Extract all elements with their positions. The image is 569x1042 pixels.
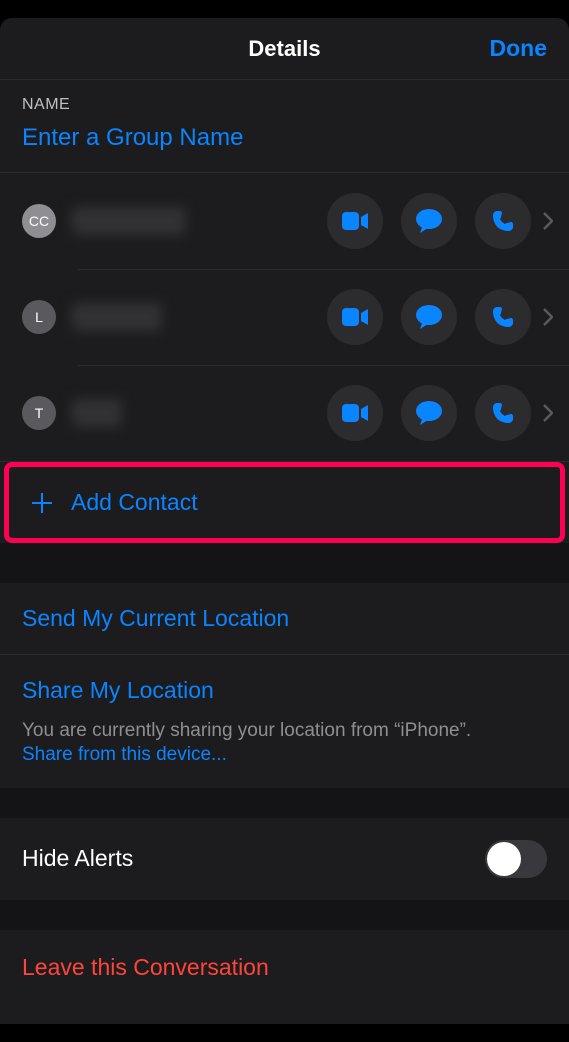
send-current-location-button[interactable]: Send My Current Location [0,583,569,655]
location-footer: You are currently sharing your location … [0,718,569,788]
video-call-button[interactable] [327,193,383,249]
video-call-button[interactable] [327,289,383,345]
group-name-input[interactable]: Enter a Group Name [22,124,547,152]
sheet-header: Details Done [0,18,569,80]
video-icon [342,308,368,326]
hide-alerts-row: Hide Alerts [0,818,569,900]
contact-name-redacted [72,303,162,331]
contact-row[interactable]: CC [0,173,569,269]
add-contact-button[interactable]: Add Contact [9,467,560,538]
details-sheet: Details Done NAME Enter a Group Name CC [0,18,569,1024]
add-contact-label: Add Contact [71,489,198,516]
add-contact-highlight: Add Contact [4,462,565,543]
message-button[interactable] [401,385,457,441]
contact-name-redacted [72,399,122,427]
hide-alerts-label: Hide Alerts [22,845,133,872]
share-my-location-label: Share My Location [22,677,214,703]
contact-row[interactable]: L [0,269,569,365]
message-button[interactable] [401,193,457,249]
header-title: Details [248,36,320,62]
chevron-right-icon [543,212,553,230]
section-separator [0,543,569,583]
location-section: Send My Current Location Share My Locati… [0,583,569,788]
phone-icon [491,401,515,425]
video-icon [342,212,368,230]
send-current-location-label: Send My Current Location [22,605,289,631]
hide-alerts-toggle[interactable] [485,840,547,878]
avatar: L [22,300,56,334]
contact-name-redacted [72,207,186,235]
audio-call-button[interactable] [475,385,531,441]
avatar: T [22,396,56,430]
chat-bubble-icon [416,209,442,233]
video-icon [342,404,368,422]
leave-conversation-button[interactable]: Leave this Conversation [0,930,569,1005]
contacts-list: CC L [0,173,569,462]
share-from-device-link[interactable]: Share from this device... [22,744,547,766]
share-my-location-button[interactable]: Share My Location [0,655,569,714]
video-call-button[interactable] [327,385,383,441]
chat-bubble-icon [416,305,442,329]
audio-call-button[interactable] [475,193,531,249]
section-separator [0,900,569,930]
group-name-section: NAME Enter a Group Name [0,80,569,173]
phone-icon [491,305,515,329]
chevron-right-icon [543,308,553,326]
done-button[interactable]: Done [490,35,548,62]
plus-icon [31,492,53,514]
avatar: CC [22,204,56,238]
location-sharing-status: You are currently sharing your location … [22,718,547,744]
toggle-knob [487,842,521,876]
audio-call-button[interactable] [475,289,531,345]
message-button[interactable] [401,289,457,345]
phone-icon [491,209,515,233]
contact-row[interactable]: T [0,365,569,461]
section-separator [0,788,569,818]
chat-bubble-icon [416,401,442,425]
chevron-right-icon [543,404,553,422]
name-label: NAME [22,96,547,114]
